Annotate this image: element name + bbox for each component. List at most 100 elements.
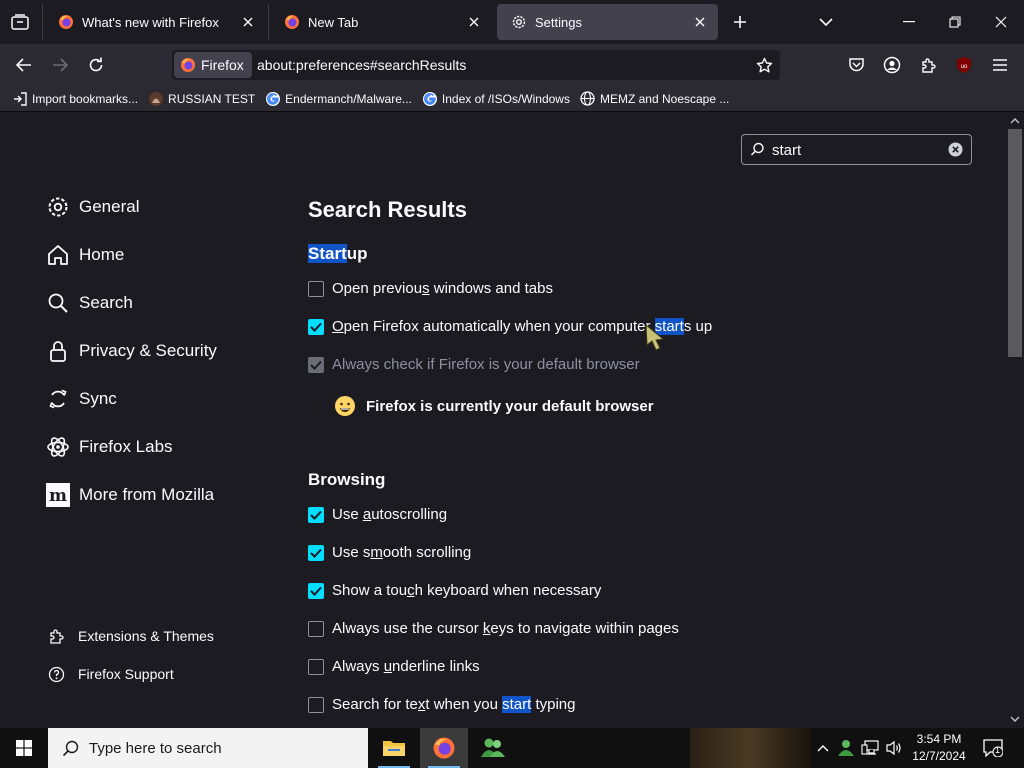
puzzle-icon (921, 57, 936, 73)
close-tab-icon[interactable] (692, 14, 708, 30)
extensions-button[interactable] (917, 54, 939, 76)
sidebar-item-label: Sync (79, 389, 117, 408)
url-text[interactable]: about:preferences#searchResults (257, 57, 466, 73)
account-button[interactable] (881, 54, 903, 76)
checkbox-checked[interactable] (308, 544, 324, 561)
sidebar-item-home[interactable]: Home (45, 242, 124, 268)
desktop-wallpaper-peek (690, 728, 810, 768)
checkbox-checked-disabled (308, 356, 324, 373)
scroll-up-arrow[interactable] (1009, 116, 1021, 126)
sidebar-item-label: Home (79, 245, 125, 264)
scroll-down-arrow[interactable] (1009, 714, 1021, 724)
sidebar-extensions-themes[interactable]: Extensions & Themes (47, 627, 214, 645)
show-hidden-icons-button[interactable] (813, 738, 833, 758)
checkbox-unchecked[interactable] (308, 620, 324, 637)
taskbar-file-explorer[interactable] (370, 728, 418, 768)
action-center-button[interactable]: 1 (982, 738, 1004, 758)
page-scrollbar[interactable] (1007, 113, 1024, 728)
person-favicon-icon (148, 91, 164, 107)
close-tab-icon[interactable] (240, 14, 256, 30)
checkbox-checked[interactable] (308, 582, 324, 599)
start-button[interactable] (0, 728, 48, 768)
taskbar-search-box[interactable]: Type here to search (48, 728, 368, 768)
taskbar-clock[interactable]: 3:54 PM 12/7/2024 (912, 731, 966, 765)
forward-button[interactable] (46, 52, 74, 78)
list-all-tabs-button[interactable] (814, 10, 838, 34)
option-smooth-scrolling[interactable]: Use smooth scrolling (308, 544, 471, 561)
star-icon (756, 57, 772, 72)
option-open-previous-windows[interactable]: Open previous windows and tabs (308, 280, 553, 297)
clock-time: 3:54 PM (916, 732, 962, 746)
checkbox-unchecked[interactable] (308, 280, 324, 297)
search-icon (62, 740, 79, 756)
bookmark-endermanch[interactable]: Endermanch/Malware... (265, 91, 412, 107)
sidebar-item-search[interactable]: Search (45, 290, 133, 316)
restore-button[interactable] (932, 0, 978, 44)
settings-search-input[interactable] (770, 139, 940, 161)
windows-taskbar: Type here to search 3:54 PM 12/7/2024 1 (0, 728, 1024, 768)
bookmark-import[interactable]: Import bookmarks... (12, 91, 138, 107)
sidebar-item-general[interactable]: General (45, 194, 139, 220)
checkbox-unchecked[interactable] (308, 696, 324, 713)
tab-separator (42, 4, 43, 40)
tray-volume-icon[interactable] (884, 738, 904, 758)
default-browser-text: Firefox is currently your default browse… (366, 397, 654, 415)
url-bar[interactable]: Firefox about:preferences#searchResults (172, 50, 780, 80)
option-search-when-typing[interactable]: Search for text when you start typing (308, 696, 576, 713)
bookmark-index-isos[interactable]: Index of /ISOs/Windows (422, 91, 570, 107)
pocket-icon (848, 58, 864, 72)
sidebar-footer-label: Extensions & Themes (78, 628, 214, 644)
option-underline-links[interactable]: Always underline links (308, 658, 480, 675)
tray-people-icon[interactable] (836, 738, 856, 758)
taskbar-people-app[interactable] (469, 728, 517, 768)
bookmark-label: RUSSIAN TEST (168, 91, 256, 106)
search-icon (45, 290, 71, 316)
close-icon (995, 16, 1007, 28)
close-window-button[interactable] (978, 0, 1024, 44)
scrollbar-thumb[interactable] (1008, 129, 1022, 357)
gear-icon (512, 15, 526, 29)
restore-icon (949, 16, 961, 28)
bookmark-star-button[interactable] (754, 55, 774, 75)
tab-settings[interactable]: Settings (497, 4, 718, 40)
settings-search-box[interactable] (741, 134, 972, 165)
option-touch-keyboard[interactable]: Show a touch keyboard when necessary (308, 582, 601, 599)
minimize-button[interactable] (886, 0, 932, 44)
account-icon (883, 56, 901, 74)
option-autoscrolling[interactable]: Use autoscrolling (308, 506, 447, 523)
sidebar-item-privacy-security[interactable]: Privacy & Security (45, 338, 217, 364)
ublock-origin-button[interactable]: uo (953, 54, 975, 76)
option-cursor-keys[interactable]: Always use the cursor keys to navigate w… (308, 620, 679, 637)
network-icon (861, 740, 879, 755)
checkbox-checked[interactable] (308, 318, 324, 335)
firefox-view-button[interactable] (8, 10, 32, 34)
reload-button[interactable] (82, 52, 110, 78)
page-title: Search Results (308, 197, 467, 222)
pocket-button[interactable] (845, 54, 867, 76)
sidebar-item-firefox-labs[interactable]: Firefox Labs (45, 434, 173, 460)
bookmark-memz[interactable]: MEMZ and Noescape ... (580, 91, 729, 107)
taskbar-firefox[interactable] (420, 728, 468, 768)
svg-text:uo: uo (961, 64, 968, 70)
checkbox-checked[interactable] (308, 506, 324, 523)
gear-icon (45, 194, 71, 220)
checkbox-unchecked[interactable] (308, 658, 324, 675)
tray-network-icon[interactable] (860, 738, 880, 758)
sidebar-item-label: More from Mozilla (79, 485, 215, 504)
bookmark-russian-test[interactable]: RUSSIAN TEST (148, 91, 255, 107)
sidebar-firefox-support[interactable]: Firefox Support (47, 665, 174, 683)
close-tab-icon[interactable] (466, 14, 482, 30)
tab-new-tab[interactable]: New Tab (270, 4, 492, 40)
option-label: Show a touch keyboard when necessary (332, 582, 602, 599)
option-label: Search for text when you start typing (332, 696, 576, 713)
new-tab-button[interactable] (728, 10, 752, 34)
app-menu-button[interactable] (989, 54, 1011, 76)
back-arrow-icon (16, 58, 31, 72)
tab-whats-new[interactable]: What's new with Firefox (44, 4, 266, 40)
sidebar-item-more-from-mozilla[interactable]: m More from Mozilla (45, 482, 214, 508)
clear-search-icon[interactable] (948, 142, 963, 157)
identity-box[interactable]: Firefox (174, 52, 252, 78)
tab-label: New Tab (308, 14, 359, 30)
back-button[interactable] (10, 52, 38, 78)
sidebar-item-sync[interactable]: Sync (45, 386, 117, 412)
